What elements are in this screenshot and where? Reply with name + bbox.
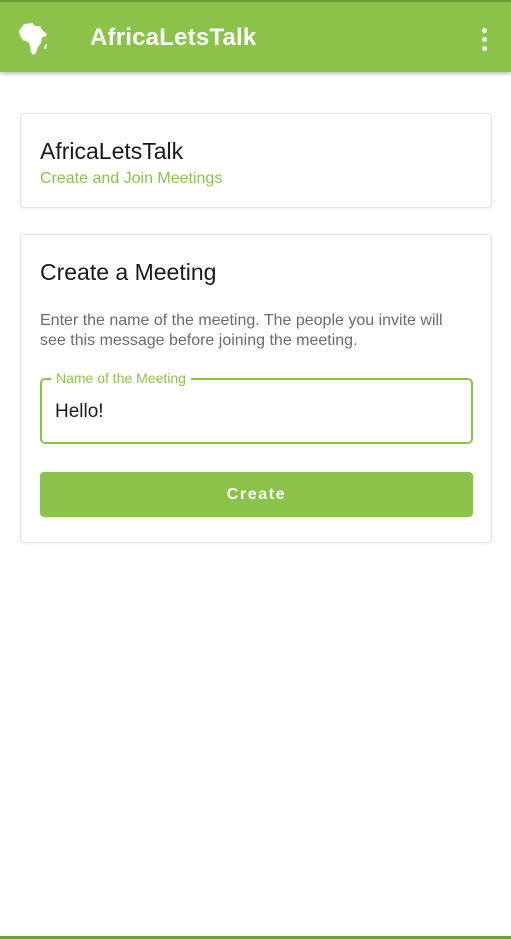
africa-map-icon [18, 22, 48, 56]
info-card-title: AfricaLetsTalk [40, 138, 184, 164]
app-bar: AfricaLetsTalk [0, 2, 511, 72]
app-info-card: AfricaLetsTalk Create and Join Meetings [20, 113, 492, 208]
create-meeting-card: Create a Meeting Enter the name of the m… [20, 234, 492, 543]
info-card-subtitle: Create and Join Meetings [40, 170, 223, 187]
more-vert-icon[interactable] [471, 26, 497, 52]
create-button[interactable]: Create [40, 472, 473, 517]
meeting-name-label: Name of the Meeting [51, 370, 191, 386]
meeting-name-input[interactable] [55, 399, 455, 425]
create-meeting-title: Create a Meeting [40, 259, 217, 285]
app-title: AfricaLetsTalk [90, 24, 257, 51]
create-meeting-description: Enter the name of the meeting. The peopl… [40, 312, 443, 349]
meeting-name-field[interactable]: Name of the Meeting [40, 370, 473, 444]
